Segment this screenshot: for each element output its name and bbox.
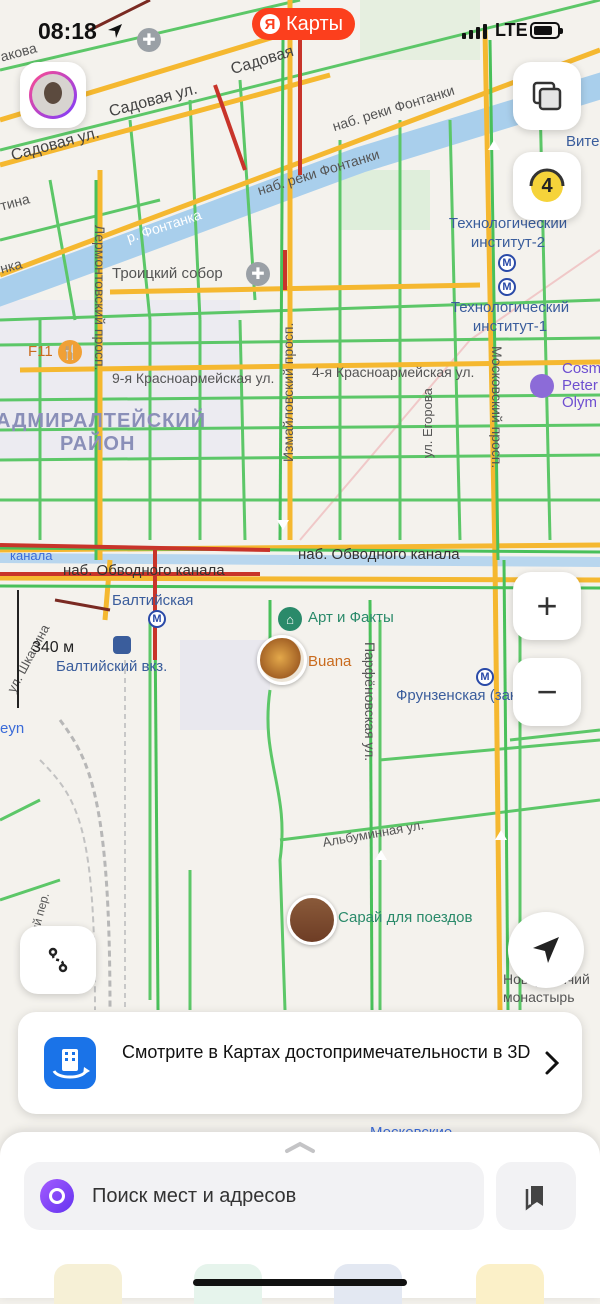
street-label: ул. Егорова bbox=[420, 388, 435, 458]
my-location-button[interactable] bbox=[508, 912, 584, 988]
buana-photo[interactable] bbox=[257, 635, 307, 685]
banner-text: Смотрите в Картах достопримечательности … bbox=[122, 1042, 531, 1062]
avatar bbox=[29, 71, 77, 119]
cellular-signal-icon bbox=[462, 24, 487, 39]
street-label: Парфёновская ул. bbox=[362, 642, 378, 762]
route-icon bbox=[48, 947, 68, 973]
poi-f11-label[interactable]: F11 bbox=[28, 343, 53, 360]
scale-label: 340 м bbox=[32, 639, 75, 656]
district-label-2: РАЙОН bbox=[60, 433, 136, 455]
home-indicator bbox=[193, 1279, 407, 1286]
traffic-button[interactable]: 4 bbox=[513, 152, 581, 220]
traffic-score: 4 bbox=[541, 174, 553, 197]
location-arrow-icon bbox=[108, 24, 122, 38]
clock: 08:18 bbox=[38, 18, 97, 44]
layers-button[interactable] bbox=[513, 62, 581, 130]
street-label: 4-я Красноармейская ул. bbox=[312, 364, 475, 380]
street-label: Московский просп. bbox=[489, 346, 505, 469]
navigation-arrow-icon bbox=[533, 937, 559, 963]
street-label: наб. Обводного канала bbox=[298, 546, 460, 563]
yandex-logo-icon: Я bbox=[260, 14, 280, 34]
museum-icon: ⌂ bbox=[278, 607, 302, 631]
alice-voice-icon[interactable] bbox=[40, 1179, 74, 1213]
zoom-out-button[interactable]: − bbox=[513, 658, 581, 726]
poi-balt-station-label[interactable]: Балтийский вкз. bbox=[56, 658, 167, 675]
zoom-in-button[interactable]: + bbox=[513, 572, 581, 640]
hotel-icon bbox=[530, 374, 554, 398]
street-label: Измайловский просп. bbox=[280, 322, 296, 462]
metro-icon: M bbox=[498, 278, 516, 296]
profile-button[interactable] bbox=[20, 62, 86, 128]
layers-icon bbox=[532, 81, 562, 111]
district-label: АДМИРАЛТЕЙСКИЙ bbox=[0, 410, 207, 432]
minus-icon: − bbox=[536, 671, 558, 712]
metro-icon: M bbox=[498, 254, 516, 272]
network-type: LTE bbox=[495, 20, 528, 40]
plus-icon: + bbox=[536, 585, 558, 626]
street-label: канала bbox=[10, 548, 53, 563]
poi-eyn-label[interactable]: eyn bbox=[0, 720, 24, 737]
poi-tech1-label[interactable]: Технологический институт-1 bbox=[440, 298, 580, 336]
metro-icon: M bbox=[476, 668, 494, 686]
chevron-right-icon bbox=[545, 1051, 560, 1075]
street-label: 9-я Красноармейская ул. bbox=[112, 370, 275, 386]
train-icon bbox=[113, 636, 131, 654]
promo-banner[interactable]: Смотрите в Картах достопримечательности … bbox=[18, 1012, 582, 1114]
yandex-maps-badge: Я Карты bbox=[252, 8, 355, 40]
battery-icon bbox=[530, 22, 563, 39]
bookmarks-button[interactable] bbox=[496, 1162, 576, 1230]
3d-buildings-icon bbox=[44, 1037, 96, 1089]
brand-label: Карты bbox=[286, 12, 343, 35]
church-icon: ✚ bbox=[137, 28, 161, 52]
church-icon: ✚ bbox=[246, 262, 270, 286]
poi-saray-label[interactable]: Сарай для поездов bbox=[338, 909, 472, 926]
sheet-handle-chevron-icon[interactable] bbox=[284, 1140, 316, 1154]
saray-photo[interactable] bbox=[287, 895, 337, 945]
poi-art-facts-label[interactable]: Арт и Факты bbox=[308, 609, 394, 626]
poi-baltiyskaya-label[interactable]: Балтийская bbox=[112, 592, 193, 609]
metro-icon: M bbox=[148, 610, 166, 628]
street-label: Лермонтовский просп. bbox=[92, 225, 108, 371]
category-tiles[interactable] bbox=[0, 1254, 600, 1304]
restaurant-icon: 🍴 bbox=[58, 340, 82, 364]
scale-bar bbox=[17, 590, 19, 708]
search-bar[interactable] bbox=[24, 1162, 484, 1230]
route-button[interactable] bbox=[20, 926, 96, 994]
poi-cosmos-label[interactable]: Cosm Peter Olym bbox=[562, 360, 600, 411]
poi-troitsky-label[interactable]: Троицкий собор bbox=[112, 265, 223, 282]
street-label: наб. Обводного канала bbox=[63, 562, 225, 579]
search-input[interactable] bbox=[92, 1180, 472, 1212]
tile-food-icon[interactable] bbox=[476, 1264, 544, 1304]
bookmarks-icon bbox=[525, 1186, 543, 1211]
poi-buana-label[interactable]: Buana bbox=[308, 653, 351, 670]
poi-vite-label[interactable]: Вите bbox=[566, 133, 599, 150]
tile-navigator-icon[interactable] bbox=[54, 1264, 122, 1304]
bottom-sheet[interactable] bbox=[0, 1132, 600, 1304]
